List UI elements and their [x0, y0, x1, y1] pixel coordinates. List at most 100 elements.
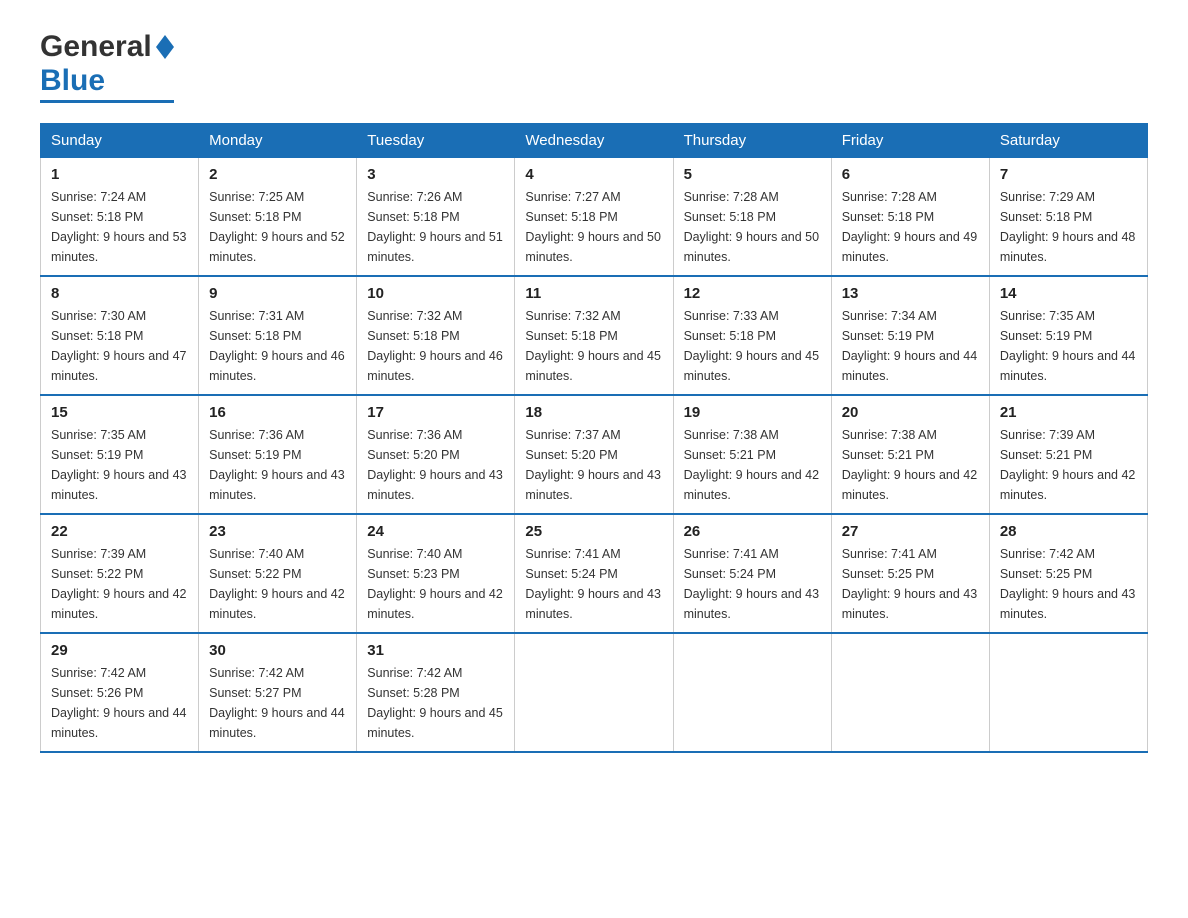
day-number: 27 [842, 523, 979, 540]
calendar-day-cell [673, 633, 831, 752]
day-info: Sunrise: 7:28 AM Sunset: 5:18 PM Dayligh… [842, 187, 979, 267]
calendar-day-cell: 21 Sunrise: 7:39 AM Sunset: 5:21 PM Dayl… [989, 395, 1147, 514]
day-number: 22 [51, 523, 188, 540]
calendar-day-cell: 18 Sunrise: 7:37 AM Sunset: 5:20 PM Dayl… [515, 395, 673, 514]
day-number: 20 [842, 404, 979, 421]
day-info: Sunrise: 7:32 AM Sunset: 5:18 PM Dayligh… [367, 306, 504, 386]
col-header-wednesday: Wednesday [515, 124, 673, 158]
day-number: 23 [209, 523, 346, 540]
col-header-monday: Monday [199, 124, 357, 158]
day-number: 3 [367, 166, 504, 183]
calendar-day-cell: 24 Sunrise: 7:40 AM Sunset: 5:23 PM Dayl… [357, 514, 515, 633]
day-info: Sunrise: 7:36 AM Sunset: 5:20 PM Dayligh… [367, 425, 504, 505]
calendar-day-cell: 19 Sunrise: 7:38 AM Sunset: 5:21 PM Dayl… [673, 395, 831, 514]
day-info: Sunrise: 7:30 AM Sunset: 5:18 PM Dayligh… [51, 306, 188, 386]
calendar-day-cell: 22 Sunrise: 7:39 AM Sunset: 5:22 PM Dayl… [41, 514, 199, 633]
calendar-day-cell: 20 Sunrise: 7:38 AM Sunset: 5:21 PM Dayl… [831, 395, 989, 514]
day-number: 25 [525, 523, 662, 540]
calendar-week-row: 8 Sunrise: 7:30 AM Sunset: 5:18 PM Dayli… [41, 276, 1148, 395]
calendar-day-cell: 6 Sunrise: 7:28 AM Sunset: 5:18 PM Dayli… [831, 158, 989, 277]
day-info: Sunrise: 7:33 AM Sunset: 5:18 PM Dayligh… [684, 306, 821, 386]
day-number: 29 [51, 642, 188, 659]
day-number: 21 [1000, 404, 1137, 421]
day-number: 13 [842, 285, 979, 302]
day-number: 14 [1000, 285, 1137, 302]
day-info: Sunrise: 7:40 AM Sunset: 5:22 PM Dayligh… [209, 544, 346, 624]
day-info: Sunrise: 7:31 AM Sunset: 5:18 PM Dayligh… [209, 306, 346, 386]
day-number: 24 [367, 523, 504, 540]
day-number: 28 [1000, 523, 1137, 540]
calendar-day-cell: 2 Sunrise: 7:25 AM Sunset: 5:18 PM Dayli… [199, 158, 357, 277]
calendar-day-cell: 13 Sunrise: 7:34 AM Sunset: 5:19 PM Dayl… [831, 276, 989, 395]
day-info: Sunrise: 7:35 AM Sunset: 5:19 PM Dayligh… [1000, 306, 1137, 386]
logo: General Blue [40, 30, 174, 103]
day-info: Sunrise: 7:25 AM Sunset: 5:18 PM Dayligh… [209, 187, 346, 267]
day-number: 1 [51, 166, 188, 183]
day-info: Sunrise: 7:40 AM Sunset: 5:23 PM Dayligh… [367, 544, 504, 624]
calendar-day-cell: 8 Sunrise: 7:30 AM Sunset: 5:18 PM Dayli… [41, 276, 199, 395]
day-number: 9 [209, 285, 346, 302]
day-info: Sunrise: 7:38 AM Sunset: 5:21 PM Dayligh… [684, 425, 821, 505]
calendar-day-cell: 9 Sunrise: 7:31 AM Sunset: 5:18 PM Dayli… [199, 276, 357, 395]
day-number: 18 [525, 404, 662, 421]
calendar-day-cell: 3 Sunrise: 7:26 AM Sunset: 5:18 PM Dayli… [357, 158, 515, 277]
day-number: 2 [209, 166, 346, 183]
calendar-day-cell: 4 Sunrise: 7:27 AM Sunset: 5:18 PM Dayli… [515, 158, 673, 277]
day-info: Sunrise: 7:32 AM Sunset: 5:18 PM Dayligh… [525, 306, 662, 386]
day-info: Sunrise: 7:27 AM Sunset: 5:18 PM Dayligh… [525, 187, 662, 267]
day-number: 17 [367, 404, 504, 421]
calendar-day-cell: 23 Sunrise: 7:40 AM Sunset: 5:22 PM Dayl… [199, 514, 357, 633]
day-info: Sunrise: 7:41 AM Sunset: 5:25 PM Dayligh… [842, 544, 979, 624]
calendar-week-row: 29 Sunrise: 7:42 AM Sunset: 5:26 PM Dayl… [41, 633, 1148, 752]
calendar-day-cell: 25 Sunrise: 7:41 AM Sunset: 5:24 PM Dayl… [515, 514, 673, 633]
calendar-day-cell: 14 Sunrise: 7:35 AM Sunset: 5:19 PM Dayl… [989, 276, 1147, 395]
day-number: 15 [51, 404, 188, 421]
calendar-day-cell: 31 Sunrise: 7:42 AM Sunset: 5:28 PM Dayl… [357, 633, 515, 752]
day-number: 7 [1000, 166, 1137, 183]
calendar-week-row: 22 Sunrise: 7:39 AM Sunset: 5:22 PM Dayl… [41, 514, 1148, 633]
calendar-day-cell: 15 Sunrise: 7:35 AM Sunset: 5:19 PM Dayl… [41, 395, 199, 514]
calendar-day-cell: 10 Sunrise: 7:32 AM Sunset: 5:18 PM Dayl… [357, 276, 515, 395]
day-info: Sunrise: 7:36 AM Sunset: 5:19 PM Dayligh… [209, 425, 346, 505]
day-info: Sunrise: 7:28 AM Sunset: 5:18 PM Dayligh… [684, 187, 821, 267]
calendar-day-cell: 16 Sunrise: 7:36 AM Sunset: 5:19 PM Dayl… [199, 395, 357, 514]
day-info: Sunrise: 7:42 AM Sunset: 5:27 PM Dayligh… [209, 663, 346, 743]
calendar-day-cell: 11 Sunrise: 7:32 AM Sunset: 5:18 PM Dayl… [515, 276, 673, 395]
calendar-day-cell: 28 Sunrise: 7:42 AM Sunset: 5:25 PM Dayl… [989, 514, 1147, 633]
calendar-day-cell: 27 Sunrise: 7:41 AM Sunset: 5:25 PM Dayl… [831, 514, 989, 633]
day-number: 6 [842, 166, 979, 183]
day-info: Sunrise: 7:29 AM Sunset: 5:18 PM Dayligh… [1000, 187, 1137, 267]
day-number: 30 [209, 642, 346, 659]
calendar-table: SundayMondayTuesdayWednesdayThursdayFrid… [40, 123, 1148, 753]
calendar-day-cell: 30 Sunrise: 7:42 AM Sunset: 5:27 PM Dayl… [199, 633, 357, 752]
day-number: 16 [209, 404, 346, 421]
day-info: Sunrise: 7:41 AM Sunset: 5:24 PM Dayligh… [684, 544, 821, 624]
day-number: 10 [367, 285, 504, 302]
col-header-thursday: Thursday [673, 124, 831, 158]
col-header-tuesday: Tuesday [357, 124, 515, 158]
day-info: Sunrise: 7:42 AM Sunset: 5:25 PM Dayligh… [1000, 544, 1137, 624]
logo-general-text: General [40, 30, 152, 64]
day-number: 12 [684, 285, 821, 302]
calendar-day-cell [831, 633, 989, 752]
calendar-day-cell: 12 Sunrise: 7:33 AM Sunset: 5:18 PM Dayl… [673, 276, 831, 395]
calendar-week-row: 1 Sunrise: 7:24 AM Sunset: 5:18 PM Dayli… [41, 158, 1148, 277]
day-number: 5 [684, 166, 821, 183]
day-info: Sunrise: 7:39 AM Sunset: 5:22 PM Dayligh… [51, 544, 188, 624]
day-info: Sunrise: 7:37 AM Sunset: 5:20 PM Dayligh… [525, 425, 662, 505]
day-number: 8 [51, 285, 188, 302]
page-header: General Blue [40, 30, 1148, 103]
calendar-header-row: SundayMondayTuesdayWednesdayThursdayFrid… [41, 124, 1148, 158]
day-info: Sunrise: 7:39 AM Sunset: 5:21 PM Dayligh… [1000, 425, 1137, 505]
col-header-friday: Friday [831, 124, 989, 158]
day-number: 19 [684, 404, 821, 421]
calendar-day-cell [515, 633, 673, 752]
calendar-day-cell: 1 Sunrise: 7:24 AM Sunset: 5:18 PM Dayli… [41, 158, 199, 277]
day-info: Sunrise: 7:35 AM Sunset: 5:19 PM Dayligh… [51, 425, 188, 505]
calendar-day-cell: 17 Sunrise: 7:36 AM Sunset: 5:20 PM Dayl… [357, 395, 515, 514]
day-number: 4 [525, 166, 662, 183]
day-info: Sunrise: 7:41 AM Sunset: 5:24 PM Dayligh… [525, 544, 662, 624]
col-header-sunday: Sunday [41, 124, 199, 158]
calendar-day-cell: 29 Sunrise: 7:42 AM Sunset: 5:26 PM Dayl… [41, 633, 199, 752]
calendar-day-cell [989, 633, 1147, 752]
